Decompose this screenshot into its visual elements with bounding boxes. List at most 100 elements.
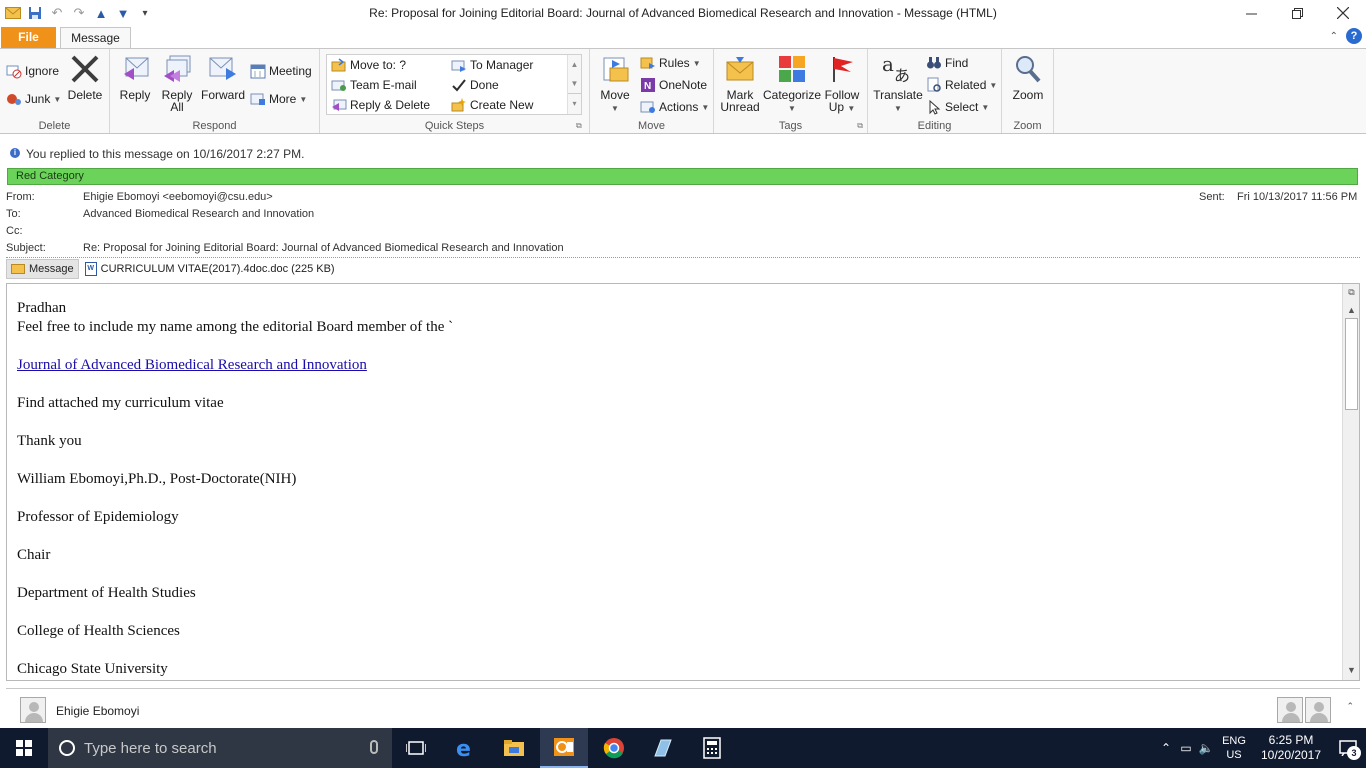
quick-steps-scrollbar[interactable]: ▲ ▼ ▾ [567,55,581,114]
mark-unread-button[interactable]: Mark Unread [718,53,762,113]
binoculars-icon [926,55,942,71]
edge-browser-icon[interactable]: e [442,728,490,768]
tab-message[interactable]: Message [60,27,131,49]
quick-step-done[interactable]: Done [451,75,499,95]
svg-text:あ: あ [894,66,910,85]
notepad-icon[interactable] [638,728,686,768]
message-body[interactable]: Pradhan Feel free to include my name amo… [6,283,1360,681]
quick-step-reply-delete[interactable]: Reply & Delete [331,95,430,115]
sender-name[interactable]: Ehigie Ebomoyi [56,704,139,718]
quick-step-team-email[interactable]: Team E-mail [331,75,417,95]
quick-steps-expand-icon[interactable]: ▾ [568,93,581,112]
onenote-button[interactable]: N OneNote [640,75,707,95]
respond-group: Reply Reply All Forward Meeting More ▼ R… [110,49,320,133]
task-view-icon[interactable] [392,728,440,768]
quick-step-move-to[interactable]: Move to: ? [331,55,406,75]
related-button[interactable]: Related ▼ [926,75,997,95]
help-icon[interactable]: ? [1346,28,1362,44]
reply-icon [119,53,151,85]
attachment-bar: Message W CURRICULUM VITAE(2017).4doc.do… [6,259,335,279]
actions-button[interactable]: Actions ▼ [640,97,709,117]
unread-envelope-icon [724,53,756,85]
collapse-ribbon-icon[interactable]: ⌃ [1330,31,1338,42]
tags-group: Mark Unread Categorize ▼ Follow Up ▼ ⧉ T… [714,49,868,133]
clock[interactable]: 6:25 PM 10/20/2017 [1252,733,1330,763]
meeting-button[interactable]: Meeting [250,61,312,81]
ignore-button[interactable]: Ignore [6,61,59,81]
body-scrollbar[interactable]: ⧉ ▲ ▼ [1342,284,1359,680]
quick-step-create-new[interactable]: Create New [451,95,533,115]
calculator-icon[interactable] [688,728,736,768]
forward-button[interactable]: Forward [200,53,246,101]
info-bar-text[interactable]: You replied to this message on 10/16/201… [26,147,304,161]
select-button[interactable]: Select ▼ [926,97,989,117]
checkmark-icon [451,77,467,93]
quick-steps-scroll-up-icon[interactable]: ▲ [568,55,581,74]
people-pane-collapse-icon[interactable]: ⌃ [1346,701,1354,712]
message-body-text: Pradhan Feel free to include my name amo… [17,299,453,679]
quick-steps-group-label: Quick Steps [424,120,485,132]
attachment-file[interactable]: W CURRICULUM VITAE(2017).4doc.doc (225 K… [84,262,335,276]
scroll-thumb[interactable] [1345,318,1358,410]
more-button[interactable]: More ▼ [250,89,307,109]
follow-up-button[interactable]: Follow Up ▼ [822,53,862,115]
categorize-label: Categorize [762,88,822,102]
delete-label: Delete [67,88,103,102]
junk-button[interactable]: Junk ▼ [6,89,61,109]
network-icon[interactable]: ▭ [1176,741,1196,755]
contact-avatar[interactable] [1277,697,1303,723]
related-label: Related [945,78,987,92]
chrome-icon[interactable] [590,728,638,768]
rules-button[interactable]: Rules ▼ [640,53,701,73]
close-button[interactable] [1320,0,1366,26]
volume-muted-icon[interactable]: 🔈 [1196,741,1216,755]
restore-button[interactable] [1274,0,1320,26]
body-line: Feel free to include my name among the e… [17,319,454,335]
outlook-taskbar-icon[interactable] [540,728,588,768]
quick-steps-gallery: Move to: ? To Manager Team E-mail Done R… [326,54,582,115]
cc-label: Cc: [6,225,23,237]
start-button[interactable] [0,728,48,768]
window-controls [1228,0,1366,26]
action-center-button[interactable]: 3 [1330,728,1366,768]
split-view-icon[interactable]: ⧉ [1344,284,1359,300]
move-group: Move ▼ Rules ▼ N OneNote Actions ▼ Move [590,49,714,133]
related-dropdown-icon: ▼ [989,80,998,90]
quick-steps-scroll-down-icon[interactable]: ▼ [568,74,581,93]
select-dropdown-icon: ▼ [981,102,990,112]
follow-up-dropdown-icon: ▼ [847,104,856,113]
language-indicator[interactable]: ENG US [1216,734,1252,762]
from-value[interactable]: Ehigie Ebomoyi <eebomoyi@csu.edu> [83,191,273,203]
signature-line: Professor of Epidemiology [17,509,179,525]
taskbar-search[interactable]: Type here to search [48,728,392,768]
zoom-button[interactable]: Zoom [1008,53,1048,101]
scroll-down-icon[interactable]: ▼ [1344,662,1359,678]
to-value[interactable]: Advanced Biomedical Research and Innovat… [83,208,314,220]
word-document-icon: W [84,262,97,276]
ignore-icon [6,63,22,79]
message-tab-button[interactable]: Message [6,259,79,279]
quick-steps-launcher-icon[interactable]: ⧉ [576,121,582,131]
move-button[interactable]: Move ▼ [596,53,634,115]
scroll-up-icon[interactable]: ▲ [1344,302,1359,318]
delete-x-icon [69,53,101,85]
more-dropdown-icon: ▼ [299,94,308,104]
categorize-button[interactable]: Categorize ▼ [762,53,822,115]
reply-all-button[interactable]: Reply All [158,53,196,113]
contact-avatar[interactable] [1305,697,1331,723]
sender-avatar[interactable] [20,697,46,723]
to-label: To: [6,208,21,220]
quick-step-to-manager[interactable]: To Manager [451,55,533,75]
tab-file[interactable]: File [1,27,56,48]
show-hidden-icons-icon[interactable]: ⌃ [1156,741,1176,755]
journal-link[interactable]: Journal of Advanced Biomedical Research … [17,357,367,373]
translate-button[interactable]: aあ Translate ▼ [872,53,924,115]
find-button[interactable]: Find [926,53,968,73]
file-explorer-icon[interactable] [490,728,538,768]
microphone-icon[interactable] [370,740,378,754]
delete-button[interactable]: Delete [66,53,104,101]
reply-button[interactable]: Reply [116,53,154,101]
quick-step-label: Create New [470,98,534,112]
minimize-button[interactable] [1228,0,1274,26]
category-bar: Red Category [7,168,1358,185]
